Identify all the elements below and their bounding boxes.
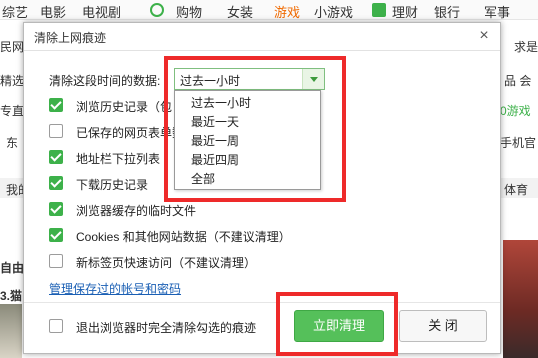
- dropdown-option[interactable]: 最近一天: [191, 113, 239, 130]
- shopping-icon: [150, 3, 164, 17]
- checkbox[interactable]: [49, 176, 63, 190]
- dropdown-option[interactable]: 最近四周: [191, 151, 239, 168]
- footer-divider: [24, 302, 500, 303]
- checkbox[interactable]: [49, 319, 63, 333]
- time-range-dropdown: 过去一小时 最近一天 最近一周 最近四周 全部: [174, 90, 321, 190]
- nav-item[interactable]: 女装: [227, 2, 253, 21]
- background-thumbnail: [503, 240, 538, 358]
- dialog-title: 清除上网痕迹: [34, 31, 107, 45]
- checkbox[interactable]: [49, 150, 63, 164]
- option-label: 已保存的网页表单数: [76, 126, 185, 140]
- chevron-down-icon[interactable]: [302, 69, 324, 89]
- option-label: 地址栏下拉列表: [76, 152, 161, 166]
- close-icon[interactable]: ×: [476, 28, 492, 44]
- dropdown-option[interactable]: 全部: [191, 170, 215, 187]
- option-label: 浏览历史记录（包: [76, 100, 173, 114]
- background-fragment: 民网: [0, 40, 25, 54]
- nav-item[interactable]: 电视剧: [82, 2, 121, 21]
- option-label: 新标签页快速访问（不建议清理）: [76, 256, 257, 270]
- nav-item-hot[interactable]: 游戏: [274, 2, 300, 21]
- dropdown-option[interactable]: 最近一周: [191, 132, 239, 149]
- option-label: Cookies 和其他网站数据（不建议清理）: [76, 230, 291, 244]
- nav-item[interactable]: 电影: [40, 2, 66, 21]
- time-range-select[interactable]: 过去一小时: [174, 68, 325, 90]
- checkbox[interactable]: [49, 98, 63, 112]
- checkbox[interactable]: [49, 202, 63, 216]
- background-fragment: 东: [6, 136, 19, 150]
- background-fragment: 3.猫: [0, 289, 23, 303]
- nav-item[interactable]: 购物: [176, 2, 202, 21]
- dropdown-option[interactable]: 过去一小时: [191, 94, 251, 111]
- background-fragment: 体育: [504, 183, 529, 197]
- time-range-label: 清除这段时间的数据:: [49, 74, 161, 88]
- clear-now-button[interactable]: 立即清理: [294, 310, 384, 342]
- close-button[interactable]: 关 闭: [399, 310, 487, 342]
- background-fragment: 自由: [0, 261, 25, 275]
- clear-history-dialog: 清除上网痕迹 × 清除这段时间的数据: 过去一小时 浏览历史记录（包 已保存的网…: [23, 22, 501, 354]
- manage-passwords-link[interactable]: 管理保存过的帐号和密码: [49, 280, 181, 297]
- checkbox[interactable]: [49, 124, 63, 138]
- dialog-title-bar: 清除上网痕迹 ×: [24, 23, 500, 51]
- nav-item[interactable]: 银行: [434, 2, 460, 21]
- background-thumbnail: [0, 304, 22, 358]
- background-nav-bar: 综艺 电影 电视剧 购物 女装 游戏 小游戏 理财 银行 军事: [0, 0, 538, 20]
- time-range-value: 过去一小时: [180, 74, 241, 88]
- nav-item[interactable]: 小游戏: [314, 2, 353, 21]
- background-fragment: 0游戏: [500, 104, 531, 118]
- background-fragment: 品 会: [504, 74, 532, 88]
- background-fragment: 手机官: [500, 136, 537, 150]
- nav-item[interactable]: 军事: [484, 2, 510, 21]
- background-fragment: 求是: [514, 40, 538, 54]
- finance-icon: [372, 3, 386, 17]
- nav-item[interactable]: 综艺: [2, 2, 28, 21]
- option-label: 退出浏览器时完全清除勾选的痕迹: [76, 321, 257, 335]
- checkbox[interactable]: [49, 254, 63, 268]
- checkbox[interactable]: [49, 228, 63, 242]
- background-fragment: 精选: [0, 74, 25, 88]
- option-label: 下载历史记录: [76, 178, 149, 192]
- nav-item[interactable]: 理财: [392, 2, 418, 21]
- option-label: 浏览器缓存的临时文件: [76, 204, 197, 218]
